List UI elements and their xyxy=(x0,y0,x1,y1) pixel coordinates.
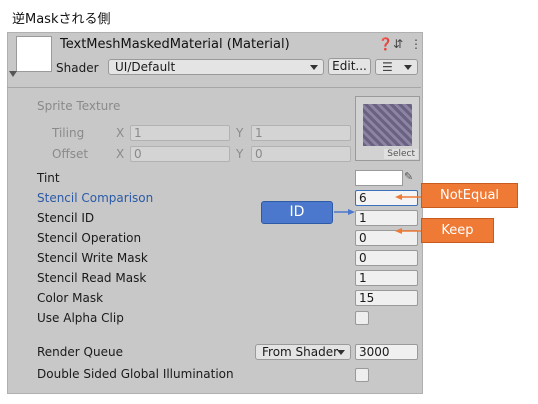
id-arrowhead xyxy=(348,209,355,215)
not-equal-arrowhead xyxy=(395,194,402,200)
keep-callout: Keep xyxy=(421,218,494,243)
keep-arrowhead xyxy=(395,228,402,234)
not-equal-callout: NotEqual xyxy=(421,183,518,208)
id-callout: ID xyxy=(261,201,333,224)
